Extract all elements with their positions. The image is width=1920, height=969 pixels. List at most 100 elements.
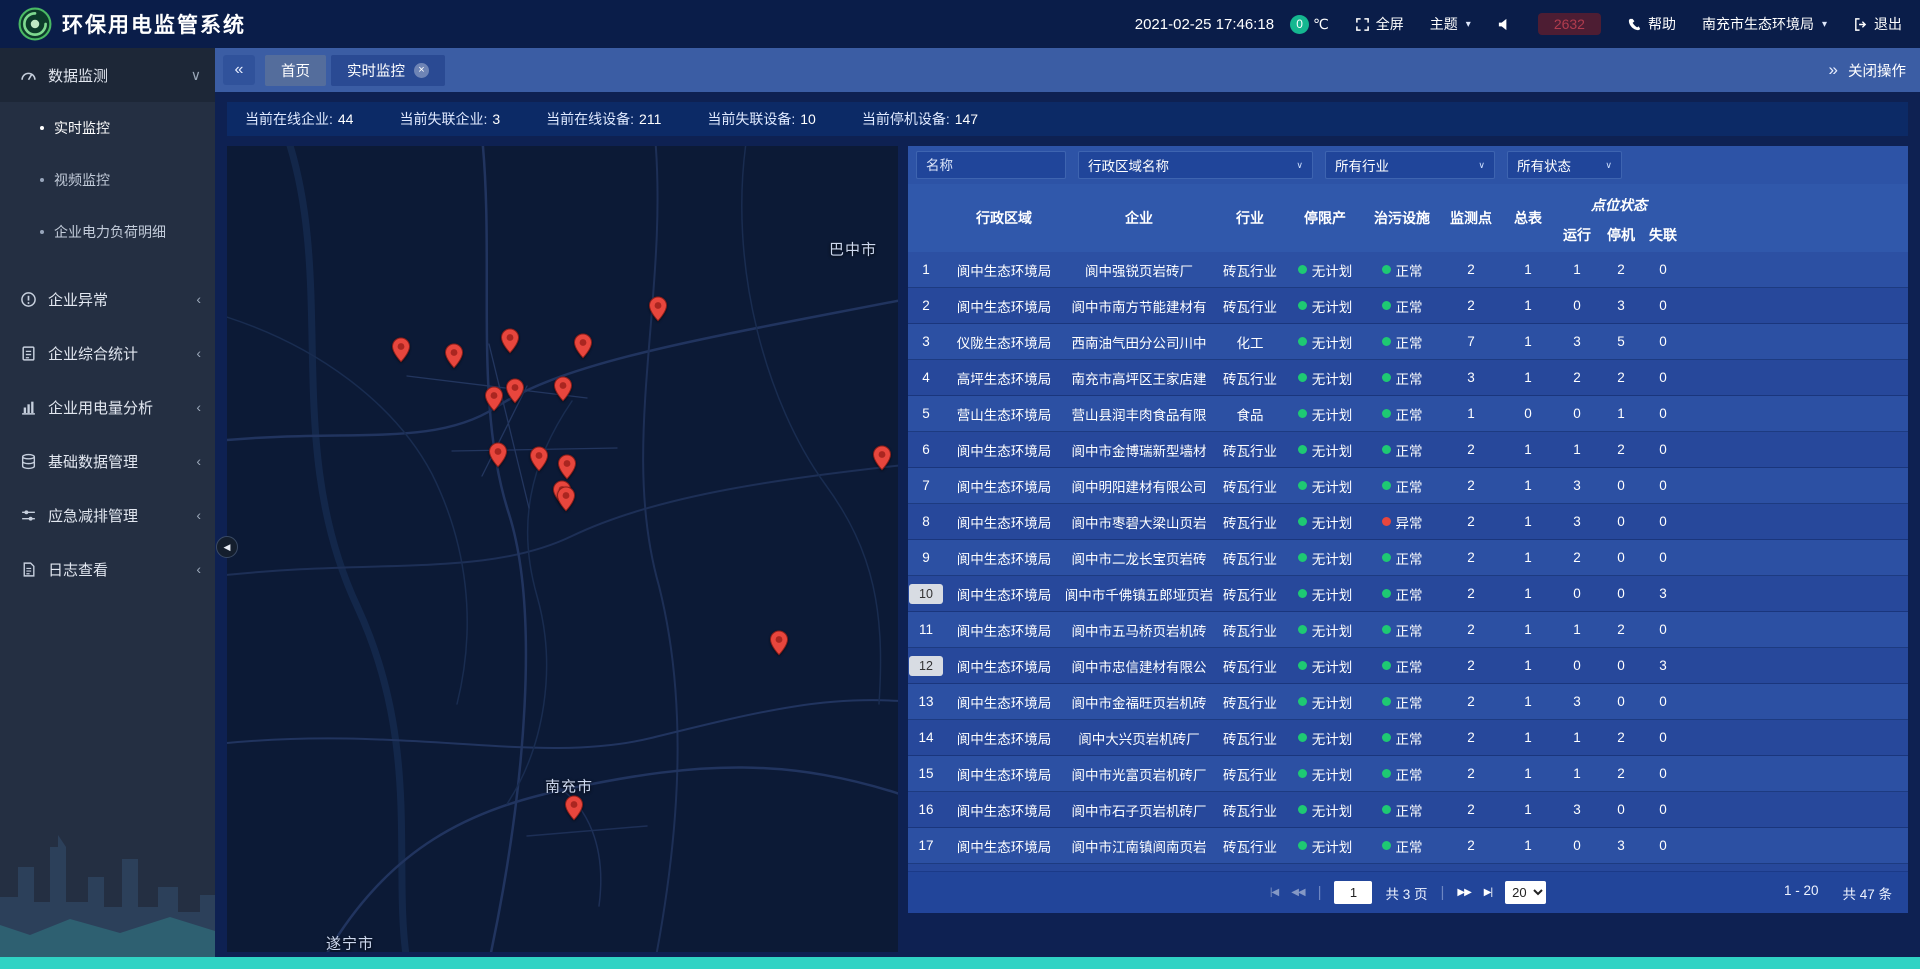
- page-number-input[interactable]: [1334, 881, 1372, 904]
- map-pin-icon[interactable]: [485, 386, 504, 412]
- announcement-icon[interactable]: [1497, 17, 1512, 32]
- map-roads-layer: [227, 146, 898, 952]
- table-row[interactable]: 5 营山生态环境局 营山县润丰肉食品有限 食品 无计划 正常 1 0 0 1 0: [908, 396, 1908, 432]
- alarm-count-badge[interactable]: 2632: [1538, 13, 1601, 35]
- header-stop[interactable]: 停机: [1600, 218, 1642, 252]
- tab-scroll-left-button[interactable]: «: [223, 55, 255, 85]
- org-dropdown[interactable]: 南充市生态环境局 ▾: [1702, 14, 1827, 34]
- name-filter-input[interactable]: [916, 151, 1066, 179]
- map-pin-icon[interactable]: [530, 446, 549, 472]
- map-pin-icon[interactable]: [501, 328, 520, 354]
- header-limit-production[interactable]: 停限产: [1286, 184, 1364, 252]
- sidebar-group-enterprise-abnormal[interactable]: 企业异常 ‹: [0, 272, 215, 326]
- table-row[interactable]: 3 仪陇生态环境局 西南油气田分公司川中 化工 无计划 正常 7 1 3 5 0: [908, 324, 1908, 360]
- cell-monitor-count: 2: [1440, 514, 1502, 529]
- cell-company: 阆中市枣碧大梁山页岩: [1064, 512, 1214, 532]
- map-pin-icon[interactable]: [392, 337, 411, 363]
- logout-button[interactable]: 退出: [1853, 14, 1902, 34]
- map-pin-icon[interactable]: [489, 442, 508, 468]
- table-row[interactable]: 10 阆中生态环境局 阆中市千佛镇五郎垭页岩 砖瓦行业 无计划 正常 2 1 0…: [908, 576, 1908, 612]
- sidebar-group-label: 应急减排管理: [48, 505, 138, 526]
- map-pin-icon[interactable]: [445, 343, 464, 369]
- sidebar-item-power-load-detail[interactable]: 企业电力负荷明细: [0, 206, 215, 258]
- tab-close-icon[interactable]: ×: [414, 63, 429, 78]
- industry-filter-select[interactable]: 所有行业 ∨: [1325, 151, 1495, 179]
- table-row[interactable]: 4 高坪生态环境局 南充市高坪区王家店建 砖瓦行业 无计划 正常 3 1 2 2…: [908, 360, 1908, 396]
- table-header-row: 行政区域 企业 行业 停限产 治污设施 监测点 总表 点位状态 运行 停机 失联: [908, 184, 1908, 252]
- cell-run-count: 2: [1554, 370, 1600, 385]
- last-page-button[interactable]: ▶|: [1484, 887, 1492, 898]
- map-pin-icon[interactable]: [565, 795, 584, 821]
- theme-label: 主题: [1430, 14, 1458, 34]
- map-pin-icon[interactable]: [649, 296, 668, 322]
- table-row[interactable]: 18 南部生态环境局 南部县建兴页岩砖有限 砖瓦行业 无计划 正常 2 1 0 …: [908, 864, 1908, 871]
- theme-dropdown[interactable]: 主题 ▾: [1430, 14, 1471, 34]
- map-panel[interactable]: 巴中市南充市遂宁市: [227, 146, 898, 952]
- sidebar-group-data-monitoring[interactable]: 数据监测 ∨: [0, 48, 215, 102]
- table-row[interactable]: 1 阆中生态环境局 阆中强锐页岩砖厂 砖瓦行业 无计划 正常 2 1 1 2 0: [908, 252, 1908, 288]
- header-lost[interactable]: 失联: [1642, 218, 1684, 252]
- table-row[interactable]: 15 阆中生态环境局 阆中市光富页岩机砖厂 砖瓦行业 无计划 正常 2 1 1 …: [908, 756, 1908, 792]
- sidebar-group-power-usage-analysis[interactable]: 企业用电量分析 ‹: [0, 380, 215, 434]
- table-row[interactable]: 7 阆中生态环境局 阆中明阳建材有限公司 砖瓦行业 无计划 正常 2 1 3 0…: [908, 468, 1908, 504]
- chevron-left-icon: ‹: [196, 561, 201, 577]
- table-row[interactable]: 8 阆中生态环境局 阆中市枣碧大梁山页岩 砖瓦行业 无计划 异常 2 1 3 0…: [908, 504, 1908, 540]
- help-button[interactable]: 帮助: [1627, 14, 1676, 34]
- header-industry[interactable]: 行业: [1214, 184, 1286, 252]
- cell-lost-count: 0: [1642, 262, 1684, 277]
- table-row[interactable]: 16 阆中生态环境局 阆中市石子页岩机砖厂 砖瓦行业 无计划 正常 2 1 3 …: [908, 792, 1908, 828]
- header-run[interactable]: 运行: [1554, 218, 1600, 252]
- map-pin-icon[interactable]: [558, 454, 577, 480]
- cell-company: 阆中大兴页岩机砖厂: [1064, 728, 1214, 748]
- sidebar-group-emergency-reduction[interactable]: 应急减排管理 ‹: [0, 488, 215, 542]
- cell-index: 17: [908, 838, 944, 853]
- map-pin-icon[interactable]: [554, 376, 573, 402]
- map-pin-icon[interactable]: [574, 333, 593, 359]
- table-row[interactable]: 9 阆中生态环境局 阆中市二龙长宝页岩砖 砖瓦行业 无计划 正常 2 1 2 0…: [908, 540, 1908, 576]
- sidebar-item-video-monitor[interactable]: 视频监控: [0, 154, 215, 206]
- prev-page-button[interactable]: ◀◀: [1291, 887, 1304, 898]
- header-company[interactable]: 企业: [1064, 184, 1214, 252]
- table-row[interactable]: 11 阆中生态环境局 阆中市五马桥页岩机砖 砖瓦行业 无计划 正常 2 1 1 …: [908, 612, 1908, 648]
- map-city-label: 遂宁市: [326, 933, 374, 953]
- next-page-button[interactable]: ▶▶: [1457, 887, 1470, 898]
- table-row[interactable]: 13 阆中生态环境局 阆中市金福旺页岩机砖 砖瓦行业 无计划 正常 2 1 3 …: [908, 684, 1908, 720]
- cell-company: 营山县润丰肉食品有限: [1064, 404, 1214, 424]
- tab-realtime-monitor[interactable]: 实时监控 ×: [331, 55, 445, 86]
- gauge-icon: [20, 67, 37, 84]
- header-region[interactable]: 行政区域: [944, 184, 1064, 252]
- sidebar-item-label: 实时监控: [54, 118, 110, 138]
- page-size-select[interactable]: 20: [1505, 881, 1546, 904]
- sidebar-group-enterprise-statistics[interactable]: 企业综合统计 ‹: [0, 326, 215, 380]
- table-row[interactable]: 12 阆中生态环境局 阆中市忠信建材有限公 砖瓦行业 无计划 正常 2 1 0 …: [908, 648, 1908, 684]
- logout-icon: [1853, 17, 1868, 32]
- map-pin-icon[interactable]: [506, 378, 525, 404]
- map-pin-icon[interactable]: [557, 486, 576, 512]
- cell-index: 16: [908, 802, 944, 817]
- table-row[interactable]: 2 阆中生态环境局 阆中市南方节能建材有 砖瓦行业 无计划 正常 2 1 0 3…: [908, 288, 1908, 324]
- status-filter-select[interactable]: 所有状态 ∨: [1507, 151, 1622, 179]
- sidebar-group-label: 基础数据管理: [48, 451, 138, 472]
- map-pin-icon[interactable]: [873, 445, 892, 471]
- cell-company: 南充市高坪区王家店建: [1064, 368, 1214, 388]
- cell-limit-production: 无计划: [1286, 440, 1364, 460]
- sidebar-group-log-view[interactable]: 日志查看 ‹: [0, 542, 215, 596]
- cell-index: 1: [908, 262, 944, 277]
- sidebar-item-realtime-monitor[interactable]: 实时监控: [0, 102, 215, 154]
- cell-industry: 化工: [1214, 332, 1286, 352]
- close-actions-button[interactable]: 关闭操作: [1848, 60, 1906, 81]
- fullscreen-button[interactable]: 全屏: [1355, 14, 1404, 34]
- map-pin-icon[interactable]: [770, 630, 789, 656]
- header-meter[interactable]: 总表: [1502, 184, 1554, 252]
- header-pollution-facility[interactable]: 治污设施: [1364, 184, 1440, 252]
- map-collapse-button[interactable]: ◀: [216, 536, 238, 558]
- tab-scroll-right-button[interactable]: »: [1829, 55, 1838, 85]
- region-filter-select[interactable]: 行政区域名称 ∨: [1078, 151, 1313, 179]
- first-page-button[interactable]: |◀: [1270, 887, 1278, 898]
- table-row[interactable]: 6 阆中生态环境局 阆中市金博瑞新型墙材 砖瓦行业 无计划 正常 2 1 1 2…: [908, 432, 1908, 468]
- header-monitor[interactable]: 监测点: [1440, 184, 1502, 252]
- table-row[interactable]: 17 阆中生态环境局 阆中市江南镇阆南页岩 砖瓦行业 无计划 正常 2 1 0 …: [908, 828, 1908, 864]
- table-row[interactable]: 14 阆中生态环境局 阆中大兴页岩机砖厂 砖瓦行业 无计划 正常 2 1 1 2…: [908, 720, 1908, 756]
- sidebar-group-base-data-management[interactable]: 基础数据管理 ‹: [0, 434, 215, 488]
- tab-home[interactable]: 首页: [265, 55, 326, 86]
